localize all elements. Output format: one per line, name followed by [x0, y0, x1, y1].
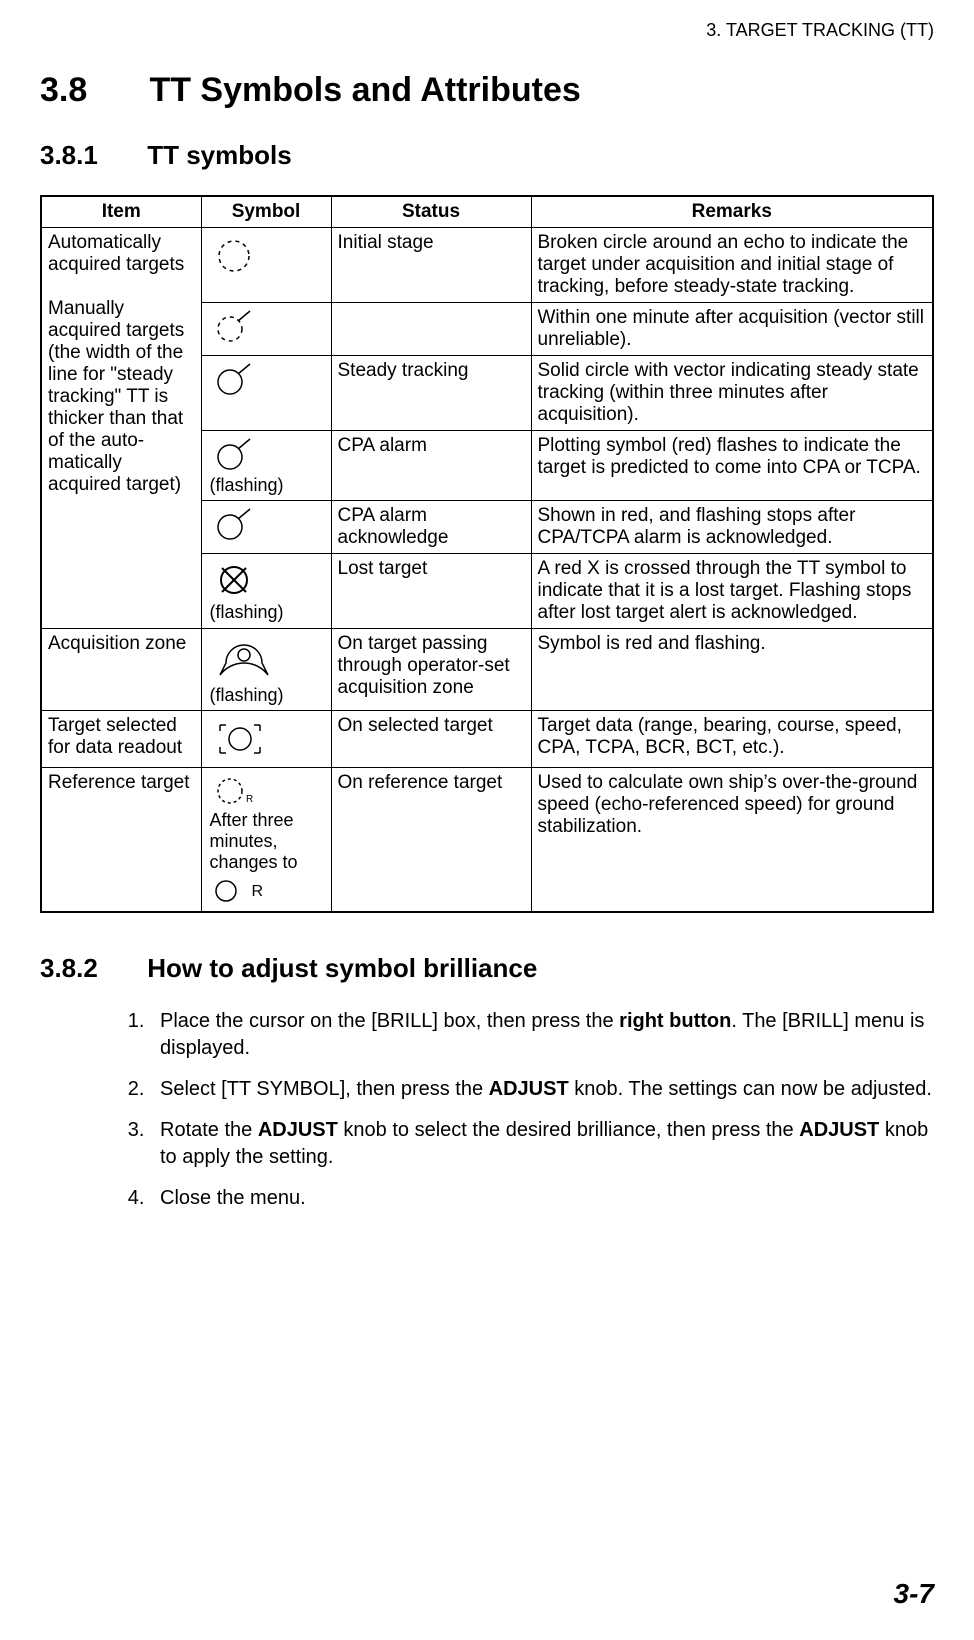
cell-status: On reference target	[331, 768, 531, 913]
cell-symbol	[201, 501, 331, 554]
symbol-note: (flashing)	[210, 602, 325, 623]
symbols-table: Item Symbol Status Remarks Automatically…	[40, 195, 934, 913]
cell-status: Steady tracking	[331, 356, 531, 431]
cell-symbol: (flashing)	[201, 431, 331, 501]
list-item: Select [TT SYMBOL], then press the ADJUS…	[150, 1076, 934, 1103]
symbol-note: (flashing)	[210, 475, 325, 496]
lost-target-icon	[212, 560, 325, 600]
step-bold: ADJUST	[489, 1078, 569, 1100]
cell-status: CPA alarm acknowledge	[331, 501, 531, 554]
step-text: Rotate the	[160, 1119, 258, 1141]
header-remarks: Remarks	[531, 196, 933, 228]
cell-symbol: R After three minutes, changes to R	[201, 768, 331, 913]
cell-status: Lost target	[331, 554, 531, 629]
cell-status	[331, 303, 531, 356]
svg-text:R: R	[246, 794, 253, 805]
cell-status: On selected target	[331, 711, 531, 768]
cell-symbol: (flashing)	[201, 554, 331, 629]
broken-circle-vector-icon	[212, 309, 325, 345]
step-bold: right button	[619, 1010, 731, 1032]
page-number: 3-7	[894, 1578, 934, 1610]
table-row: Target selected for data readout On sele…	[41, 711, 933, 768]
section-heading: 3.8 TT Symbols and Attributes	[40, 71, 934, 110]
cell-remarks: Symbol is red and flashing.	[531, 629, 933, 711]
symbol-r-label: R	[252, 883, 264, 900]
cell-symbol	[201, 228, 331, 303]
step-text: knob. The settings can now be adjusted.	[569, 1078, 932, 1100]
list-item: Close the menu.	[150, 1185, 934, 1212]
reference-target-dashed-icon: R	[212, 774, 325, 808]
cell-item: Target selected for data readout	[41, 711, 201, 768]
table-row: Automatically acquired targets Manually …	[41, 228, 933, 303]
cell-remarks: Plotting symbol (red) flashes to indicat…	[531, 431, 933, 501]
section-number: 3.8	[40, 71, 140, 110]
acquisition-zone-icon	[212, 635, 325, 683]
solid-circle-vector-icon	[212, 362, 325, 398]
subsection-heading: 3.8.2 How to adjust symbol brilliance	[40, 953, 934, 984]
subsection-number: 3.8.1	[40, 140, 140, 171]
broken-circle-icon	[212, 234, 325, 278]
table-header-row: Item Symbol Status Remarks	[41, 196, 933, 228]
list-item: Rotate the ADJUST knob to select the des…	[150, 1117, 934, 1171]
cell-remarks: Solid circle with vector indicating stea…	[531, 356, 933, 431]
step-bold: ADJUST	[799, 1119, 879, 1141]
selected-target-icon	[212, 717, 325, 761]
section-title: TT Symbols and Attributes	[149, 71, 580, 109]
cell-remarks: Target data (range, bearing, course, spe…	[531, 711, 933, 768]
subsection-title: TT symbols	[147, 140, 291, 170]
subsection-number: 3.8.2	[40, 953, 140, 984]
step-bold: ADJUST	[258, 1119, 338, 1141]
subsection-title: How to adjust symbol brilliance	[147, 953, 537, 983]
step-text: Select [TT SYMBOL], then press the	[160, 1078, 489, 1100]
cell-item: Reference target	[41, 768, 201, 913]
cell-status: CPA alarm	[331, 431, 531, 501]
page: 3. TARGET TRACKING (TT) 3.8 TT Symbols a…	[0, 0, 974, 1640]
cell-symbol	[201, 303, 331, 356]
cell-remarks: Within one minute after acquisition (vec…	[531, 303, 933, 356]
cell-remarks: Used to calculate own ship’s over-the-gr…	[531, 768, 933, 913]
cpa-alarm-flashing-icon	[212, 437, 325, 473]
steps-list: Place the cursor on the [BRILL] box, the…	[40, 1008, 934, 1212]
reference-target-solid-icon: R	[212, 877, 325, 905]
header-status: Status	[331, 196, 531, 228]
cell-remarks: Broken circle around an echo to indicate…	[531, 228, 933, 303]
table-row: Acquisition zone (flashing) On target pa…	[41, 629, 933, 711]
subsection-heading: 3.8.1 TT symbols	[40, 140, 934, 171]
cell-remarks: Shown in red, and flashing stops after C…	[531, 501, 933, 554]
cell-symbol	[201, 711, 331, 768]
cell-symbol: (flashing)	[201, 629, 331, 711]
symbol-note: After three minutes, changes to	[210, 810, 325, 873]
cell-symbol	[201, 356, 331, 431]
cell-remarks: A red X is crossed through the TT symbol…	[531, 554, 933, 629]
cell-status: Initial stage	[331, 228, 531, 303]
cell-item: Acquisition zone	[41, 629, 201, 711]
cell-status: On target passing through operator-set a…	[331, 629, 531, 711]
step-text: Place the cursor on the [BRILL] box, the…	[160, 1010, 619, 1032]
header-symbol: Symbol	[201, 196, 331, 228]
step-text: Close the menu.	[160, 1187, 306, 1209]
cpa-alarm-ack-icon	[212, 507, 325, 543]
list-item: Place the cursor on the [BRILL] box, the…	[150, 1008, 934, 1062]
cell-item: Automatically acquired targets Manually …	[41, 228, 201, 629]
running-header: 3. TARGET TRACKING (TT)	[40, 20, 934, 41]
table-row: Reference target R After three minutes, …	[41, 768, 933, 913]
step-text: knob to select the desired brilliance, t…	[338, 1119, 799, 1141]
header-item: Item	[41, 196, 201, 228]
symbol-note: (flashing)	[210, 685, 325, 706]
